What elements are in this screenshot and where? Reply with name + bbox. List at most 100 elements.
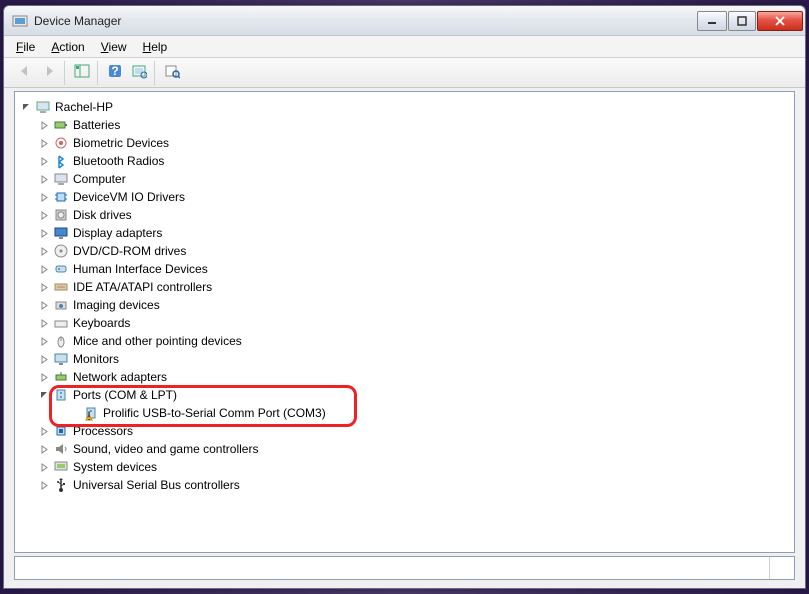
- tree-root[interactable]: Rachel-HP: [19, 98, 790, 116]
- system-icon: [53, 459, 69, 475]
- status-panel-2: [770, 557, 794, 579]
- monitor-icon: [53, 351, 69, 367]
- tree-item[interactable]: Human Interface Devices: [19, 260, 790, 278]
- expand-icon[interactable]: [39, 426, 50, 437]
- expand-icon[interactable]: [39, 354, 50, 365]
- arrow-left-icon: [17, 63, 33, 82]
- menu-action[interactable]: Action: [43, 38, 92, 56]
- collapse-icon[interactable]: [39, 390, 50, 401]
- forward-button[interactable]: [38, 62, 60, 84]
- help-button[interactable]: ?: [104, 62, 126, 84]
- tree-item-label: Keyboards: [73, 314, 130, 332]
- device-tree-panel[interactable]: Rachel-HP BatteriesBiometric DevicesBlue…: [14, 91, 795, 553]
- tree-item[interactable]: Imaging devices: [19, 296, 790, 314]
- expand-icon[interactable]: [39, 156, 50, 167]
- tree-child-item[interactable]: !Prolific USB-to-Serial Comm Port (COM3): [19, 404, 790, 422]
- bluetooth-icon: [53, 153, 69, 169]
- menu-help[interactable]: Help: [135, 38, 176, 56]
- svg-text:?: ?: [111, 64, 118, 78]
- close-button[interactable]: [757, 11, 803, 31]
- tree-item[interactable]: Mice and other pointing devices: [19, 332, 790, 350]
- port-icon: [53, 387, 69, 403]
- usb-icon: [53, 477, 69, 493]
- tree-item[interactable]: Batteries: [19, 116, 790, 134]
- expand-icon[interactable]: [39, 336, 50, 347]
- tree-item[interactable]: DVD/CD-ROM drives: [19, 242, 790, 260]
- tree-item[interactable]: Sound, video and game controllers: [19, 440, 790, 458]
- tree-item-label: Ports (COM & LPT): [73, 386, 177, 404]
- cpu-icon: [53, 423, 69, 439]
- hid-icon: [53, 261, 69, 277]
- tree-item[interactable]: Processors: [19, 422, 790, 440]
- tree-item[interactable]: Computer: [19, 170, 790, 188]
- tree-item[interactable]: Keyboards: [19, 314, 790, 332]
- expand-icon[interactable]: [39, 138, 50, 149]
- svg-text:!: !: [87, 409, 90, 421]
- tree-item-label: Mice and other pointing devices: [73, 332, 242, 350]
- maximize-button[interactable]: [728, 11, 756, 31]
- keyboard-icon: [53, 315, 69, 331]
- tree-item[interactable]: IDE ATA/ATAPI controllers: [19, 278, 790, 296]
- tree-item-label: Bluetooth Radios: [73, 152, 164, 170]
- disk-icon: [53, 207, 69, 223]
- show-hide-console-button[interactable]: [71, 62, 93, 84]
- expand-icon[interactable]: [39, 192, 50, 203]
- biometric-icon: [53, 135, 69, 151]
- tree-item-label: DVD/CD-ROM drives: [73, 242, 186, 260]
- toolbar: ?: [4, 58, 805, 88]
- menubar: File Action View Help: [4, 36, 805, 58]
- tree-item[interactable]: Biometric Devices: [19, 134, 790, 152]
- dvd-icon: [53, 243, 69, 259]
- tree-item[interactable]: Universal Serial Bus controllers: [19, 476, 790, 494]
- device-manager-window: Device Manager File Action View Help ?: [3, 5, 806, 589]
- sound-icon: [53, 441, 69, 457]
- tree-item[interactable]: Bluetooth Radios: [19, 152, 790, 170]
- tree-item[interactable]: System devices: [19, 458, 790, 476]
- expand-icon[interactable]: [39, 120, 50, 131]
- menu-view[interactable]: View: [93, 38, 135, 56]
- battery-icon: [53, 117, 69, 133]
- tree-item[interactable]: Display adapters: [19, 224, 790, 242]
- titlebar[interactable]: Device Manager: [4, 6, 805, 36]
- expand-icon[interactable]: [39, 174, 50, 185]
- help-icon: ?: [107, 63, 123, 82]
- tree-item-label: Sound, video and game controllers: [73, 440, 258, 458]
- app-icon: [12, 13, 28, 29]
- expand-icon[interactable]: [39, 318, 50, 329]
- status-panel-1: [15, 557, 770, 579]
- expand-icon[interactable]: [39, 246, 50, 257]
- tree-item[interactable]: Network adapters: [19, 368, 790, 386]
- expand-icon[interactable]: [39, 228, 50, 239]
- tree-root-label: Rachel-HP: [55, 98, 113, 116]
- tree-item-label: Network adapters: [73, 368, 167, 386]
- scan-icon: [131, 63, 147, 82]
- menu-file[interactable]: File: [8, 38, 43, 56]
- tree-item[interactable]: Monitors: [19, 350, 790, 368]
- port-warn-icon: !: [83, 405, 99, 421]
- ide-icon: [53, 279, 69, 295]
- back-button[interactable]: [14, 62, 36, 84]
- expand-icon[interactable]: [39, 372, 50, 383]
- tree-item-label: DeviceVM IO Drivers: [73, 188, 185, 206]
- minimize-button[interactable]: [697, 11, 727, 31]
- scan-hardware-button[interactable]: [128, 62, 150, 84]
- expand-icon[interactable]: [39, 300, 50, 311]
- expand-icon[interactable]: [39, 444, 50, 455]
- expand-icon[interactable]: [39, 480, 50, 491]
- expand-icon[interactable]: [39, 264, 50, 275]
- expand-icon[interactable]: [39, 462, 50, 473]
- computer-root-icon: [35, 99, 51, 115]
- tree-item[interactable]: Disk drives: [19, 206, 790, 224]
- display-icon: [53, 225, 69, 241]
- console-tree-icon: [74, 63, 90, 82]
- imaging-icon: [53, 297, 69, 313]
- tree-item[interactable]: DeviceVM IO Drivers: [19, 188, 790, 206]
- expand-icon[interactable]: [39, 282, 50, 293]
- tree-item-label: Biometric Devices: [73, 134, 169, 152]
- statusbar: [14, 556, 795, 580]
- properties-button[interactable]: [161, 62, 183, 84]
- tree-item[interactable]: Ports (COM & LPT): [19, 386, 790, 404]
- expand-icon[interactable]: [39, 210, 50, 221]
- collapse-icon[interactable]: [21, 102, 32, 113]
- chip-icon: [53, 189, 69, 205]
